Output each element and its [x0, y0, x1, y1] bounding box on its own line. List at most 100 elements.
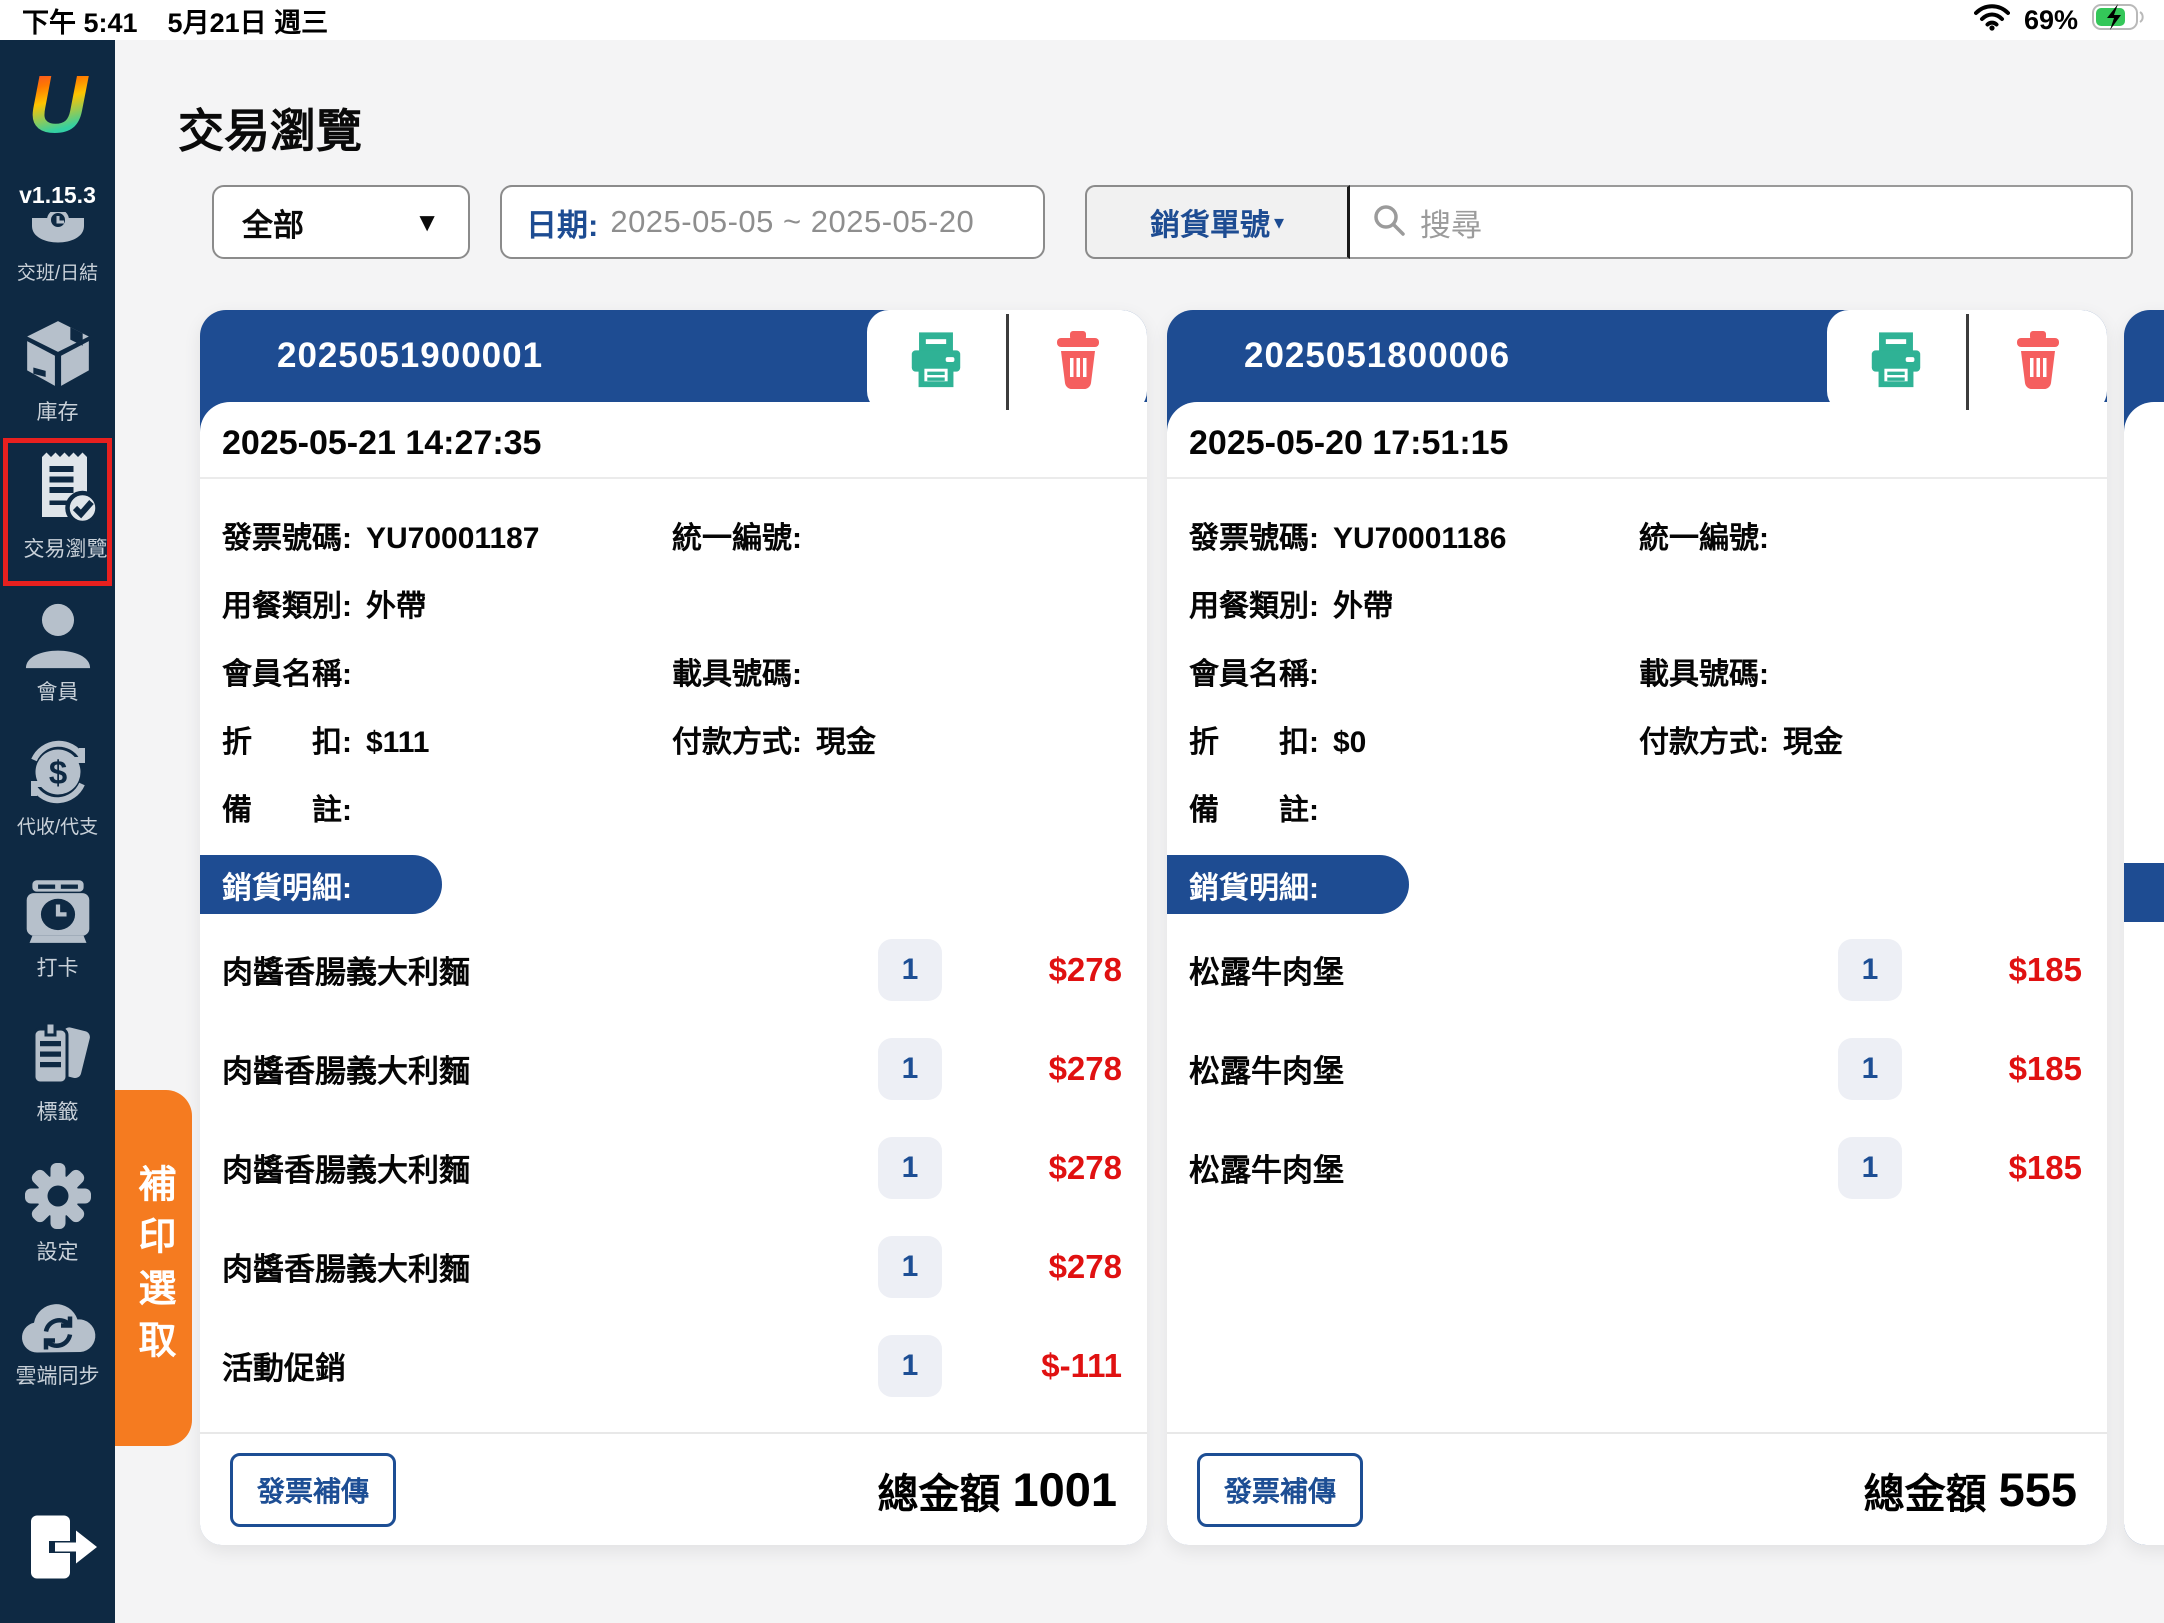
transaction-card[interactable]: 2025051800006 2025-05-20 17:51:15 — [1167, 310, 2107, 1545]
battery-percent: 69% — [2024, 5, 2078, 36]
reprint-select-tab[interactable]: 補印選取 — [115, 1090, 192, 1446]
filter-type-dropdown[interactable]: 全部 ▼ — [212, 185, 470, 259]
sidebar-item-members[interactable]: 會員 — [0, 600, 115, 706]
sidebar-item-punch-clock[interactable]: 打卡 — [0, 878, 115, 982]
sidebar-item-settings[interactable]: 設定 — [0, 1160, 115, 1266]
sidebar-item-labels[interactable]: 標籤 — [0, 1020, 115, 1126]
item-price: $278 — [942, 951, 1122, 989]
item-name: 肉醬香腸義大利麵 — [222, 947, 878, 992]
discount-value: $111 — [366, 726, 429, 760]
item-price: $-111 — [942, 1347, 1122, 1385]
sidebar-item-label: 標籤 — [0, 1096, 115, 1126]
sidebar-item-label: 打卡 — [0, 952, 115, 982]
sales-detail-badge: 銷貨明細: — [200, 855, 442, 914]
screen: 下午 5:41 5月21日 週三 69% U v1.15.3 交班/日結 — [0, 0, 2164, 1623]
logout-button[interactable] — [0, 1512, 115, 1587]
card-fields: 發票號碼:YU70001187 統一編號: 用餐類別:外帶 會員名稱: 載具號碼… — [200, 479, 1147, 841]
printer-icon — [1865, 329, 1927, 394]
search-placeholder: 搜尋 — [1420, 200, 1482, 245]
card-footer: 發票補傳 總金額 555 — [1167, 1432, 2107, 1545]
search-combo: 銷貨單號 ▾ 搜尋 — [1085, 185, 2133, 259]
item-list: 肉醬香腸義大利麵 1 $278 肉醬香腸義大利麵 1 $278 肉醬香腸義大利麵… — [200, 920, 1147, 1415]
status-time: 下午 5:41 — [22, 1, 138, 40]
transaction-card-partial[interactable] — [2124, 310, 2164, 1545]
transaction-datetime: 2025-05-21 14:27:35 — [200, 402, 1147, 477]
payment-method-label: 付款方式: — [1639, 717, 1769, 761]
card-body — [2124, 402, 2164, 1545]
printer-icon — [905, 329, 967, 394]
receipt-check-icon — [8, 451, 123, 529]
sidebar-item-inventory[interactable]: 庫存 — [0, 318, 115, 426]
payment-method-value: 現金 — [1783, 717, 1843, 761]
card-number: 2025051900001 — [277, 336, 543, 376]
note-label: 備 註: — [222, 785, 352, 829]
search-icon — [1372, 203, 1406, 242]
item-list: 松露牛肉堡 1 $185 松露牛肉堡 1 $185 松露牛肉堡 1 $185 — [1167, 920, 2107, 1217]
trash-icon — [1049, 329, 1107, 394]
card-number: 2025051800006 — [1244, 336, 1510, 376]
carrier-number-label: 載具號碼: — [1639, 649, 1769, 693]
card-fields: 發票號碼:YU70001186 統一編號: 用餐類別:外帶 會員名稱: 載具號碼… — [1167, 479, 2107, 841]
money-sync-icon: $ — [0, 736, 115, 808]
battery-icon — [2092, 3, 2146, 38]
item-row: 肉醬香腸義大利麵 1 $278 — [200, 1118, 1147, 1217]
transaction-card[interactable]: 2025051900001 2025-05-21 14:27:35 — [200, 310, 1147, 1545]
total-amount: 總金額 1001 — [877, 1460, 1117, 1520]
item-price: $278 — [942, 1050, 1122, 1088]
trash-icon — [2009, 329, 2067, 394]
total-amount-label: 總金額 — [877, 1460, 1000, 1520]
item-row: 肉醬香腸義大利麵 1 $278 — [200, 1019, 1147, 1118]
item-name: 松露牛肉堡 — [1189, 1145, 1838, 1190]
total-amount-label: 總金額 — [1864, 1460, 1987, 1520]
item-price: $278 — [942, 1149, 1122, 1187]
print-button[interactable] — [867, 310, 1006, 413]
card-header: 2025051800006 — [1167, 310, 2107, 402]
tax-id-label: 統一編號: — [1639, 513, 1769, 557]
sidebar-item-transactions[interactable]: 交易瀏覽 — [8, 443, 123, 563]
invoice-resend-button[interactable]: 發票補傳 — [230, 1453, 396, 1527]
cash-drawer-icon — [0, 212, 115, 254]
cloud-sync-icon — [0, 1298, 115, 1356]
version-label: v1.15.3 — [0, 182, 115, 209]
box-icon — [0, 318, 115, 392]
date-filter-label: 日期: — [526, 200, 598, 245]
item-qty: 1 — [878, 1137, 942, 1199]
delete-button[interactable] — [1009, 310, 1148, 413]
item-name: 活動促銷 — [222, 1343, 878, 1388]
invoice-number-label: 發票號碼: — [222, 513, 352, 557]
search-field-selector-button[interactable]: 銷貨單號 ▾ — [1085, 185, 1350, 259]
total-amount: 總金額 555 — [1864, 1460, 2077, 1520]
invoice-number-value: YU70001187 — [366, 522, 540, 556]
print-button[interactable] — [1827, 310, 1966, 413]
member-name-label: 會員名稱: — [1189, 649, 1319, 693]
wifi-icon — [1974, 3, 2010, 38]
dine-type-label: 用餐類別: — [222, 581, 352, 625]
search-input[interactable]: 搜尋 — [1350, 185, 2133, 259]
logout-icon — [19, 1569, 97, 1586]
item-price: $185 — [1902, 951, 2082, 989]
item-row: 肉醬香腸義大利麵 1 $278 — [200, 1217, 1147, 1316]
search-field-label: 銷貨單號 — [1150, 200, 1270, 244]
invoice-resend-button[interactable]: 發票補傳 — [1197, 1453, 1363, 1527]
sidebar: U v1.15.3 交班/日結 庫存 交易瀏覽 — [0, 40, 115, 1623]
punch-clock-icon — [0, 878, 115, 948]
card-actions — [1827, 310, 2107, 413]
active-item-highlight: 交易瀏覽 — [3, 438, 112, 586]
item-row: 松露牛肉堡 1 $185 — [1167, 1019, 2107, 1118]
dine-type-label: 用餐類別: — [1189, 581, 1319, 625]
card-body: 2025-05-20 17:51:15 發票號碼:YU70001186 統一編號… — [1167, 402, 2107, 1545]
card-actions — [867, 310, 1147, 413]
member-name-label: 會員名稱: — [222, 649, 352, 693]
delete-button[interactable] — [1969, 310, 2108, 413]
item-row: 松露牛肉堡 1 $185 — [1167, 1118, 2107, 1217]
date-range-filter[interactable]: 日期: 2025-05-05 ~ 2025-05-20 — [500, 185, 1045, 259]
page-title: 交易瀏覽 — [178, 95, 362, 161]
sidebar-item-shift-report[interactable]: 交班/日結 — [0, 212, 115, 285]
item-price: $185 — [1902, 1149, 2082, 1187]
sidebar-item-label: 代收/代支 — [0, 812, 115, 839]
item-qty: 1 — [1838, 1137, 1902, 1199]
item-name: 肉醬香腸義大利麵 — [222, 1145, 878, 1190]
sidebar-item-cloud-sync[interactable]: 雲端同步 — [0, 1298, 115, 1390]
item-name: 肉醬香腸義大利麵 — [222, 1244, 878, 1289]
sidebar-item-collect-pay[interactable]: $ 代收/代支 — [0, 736, 115, 839]
